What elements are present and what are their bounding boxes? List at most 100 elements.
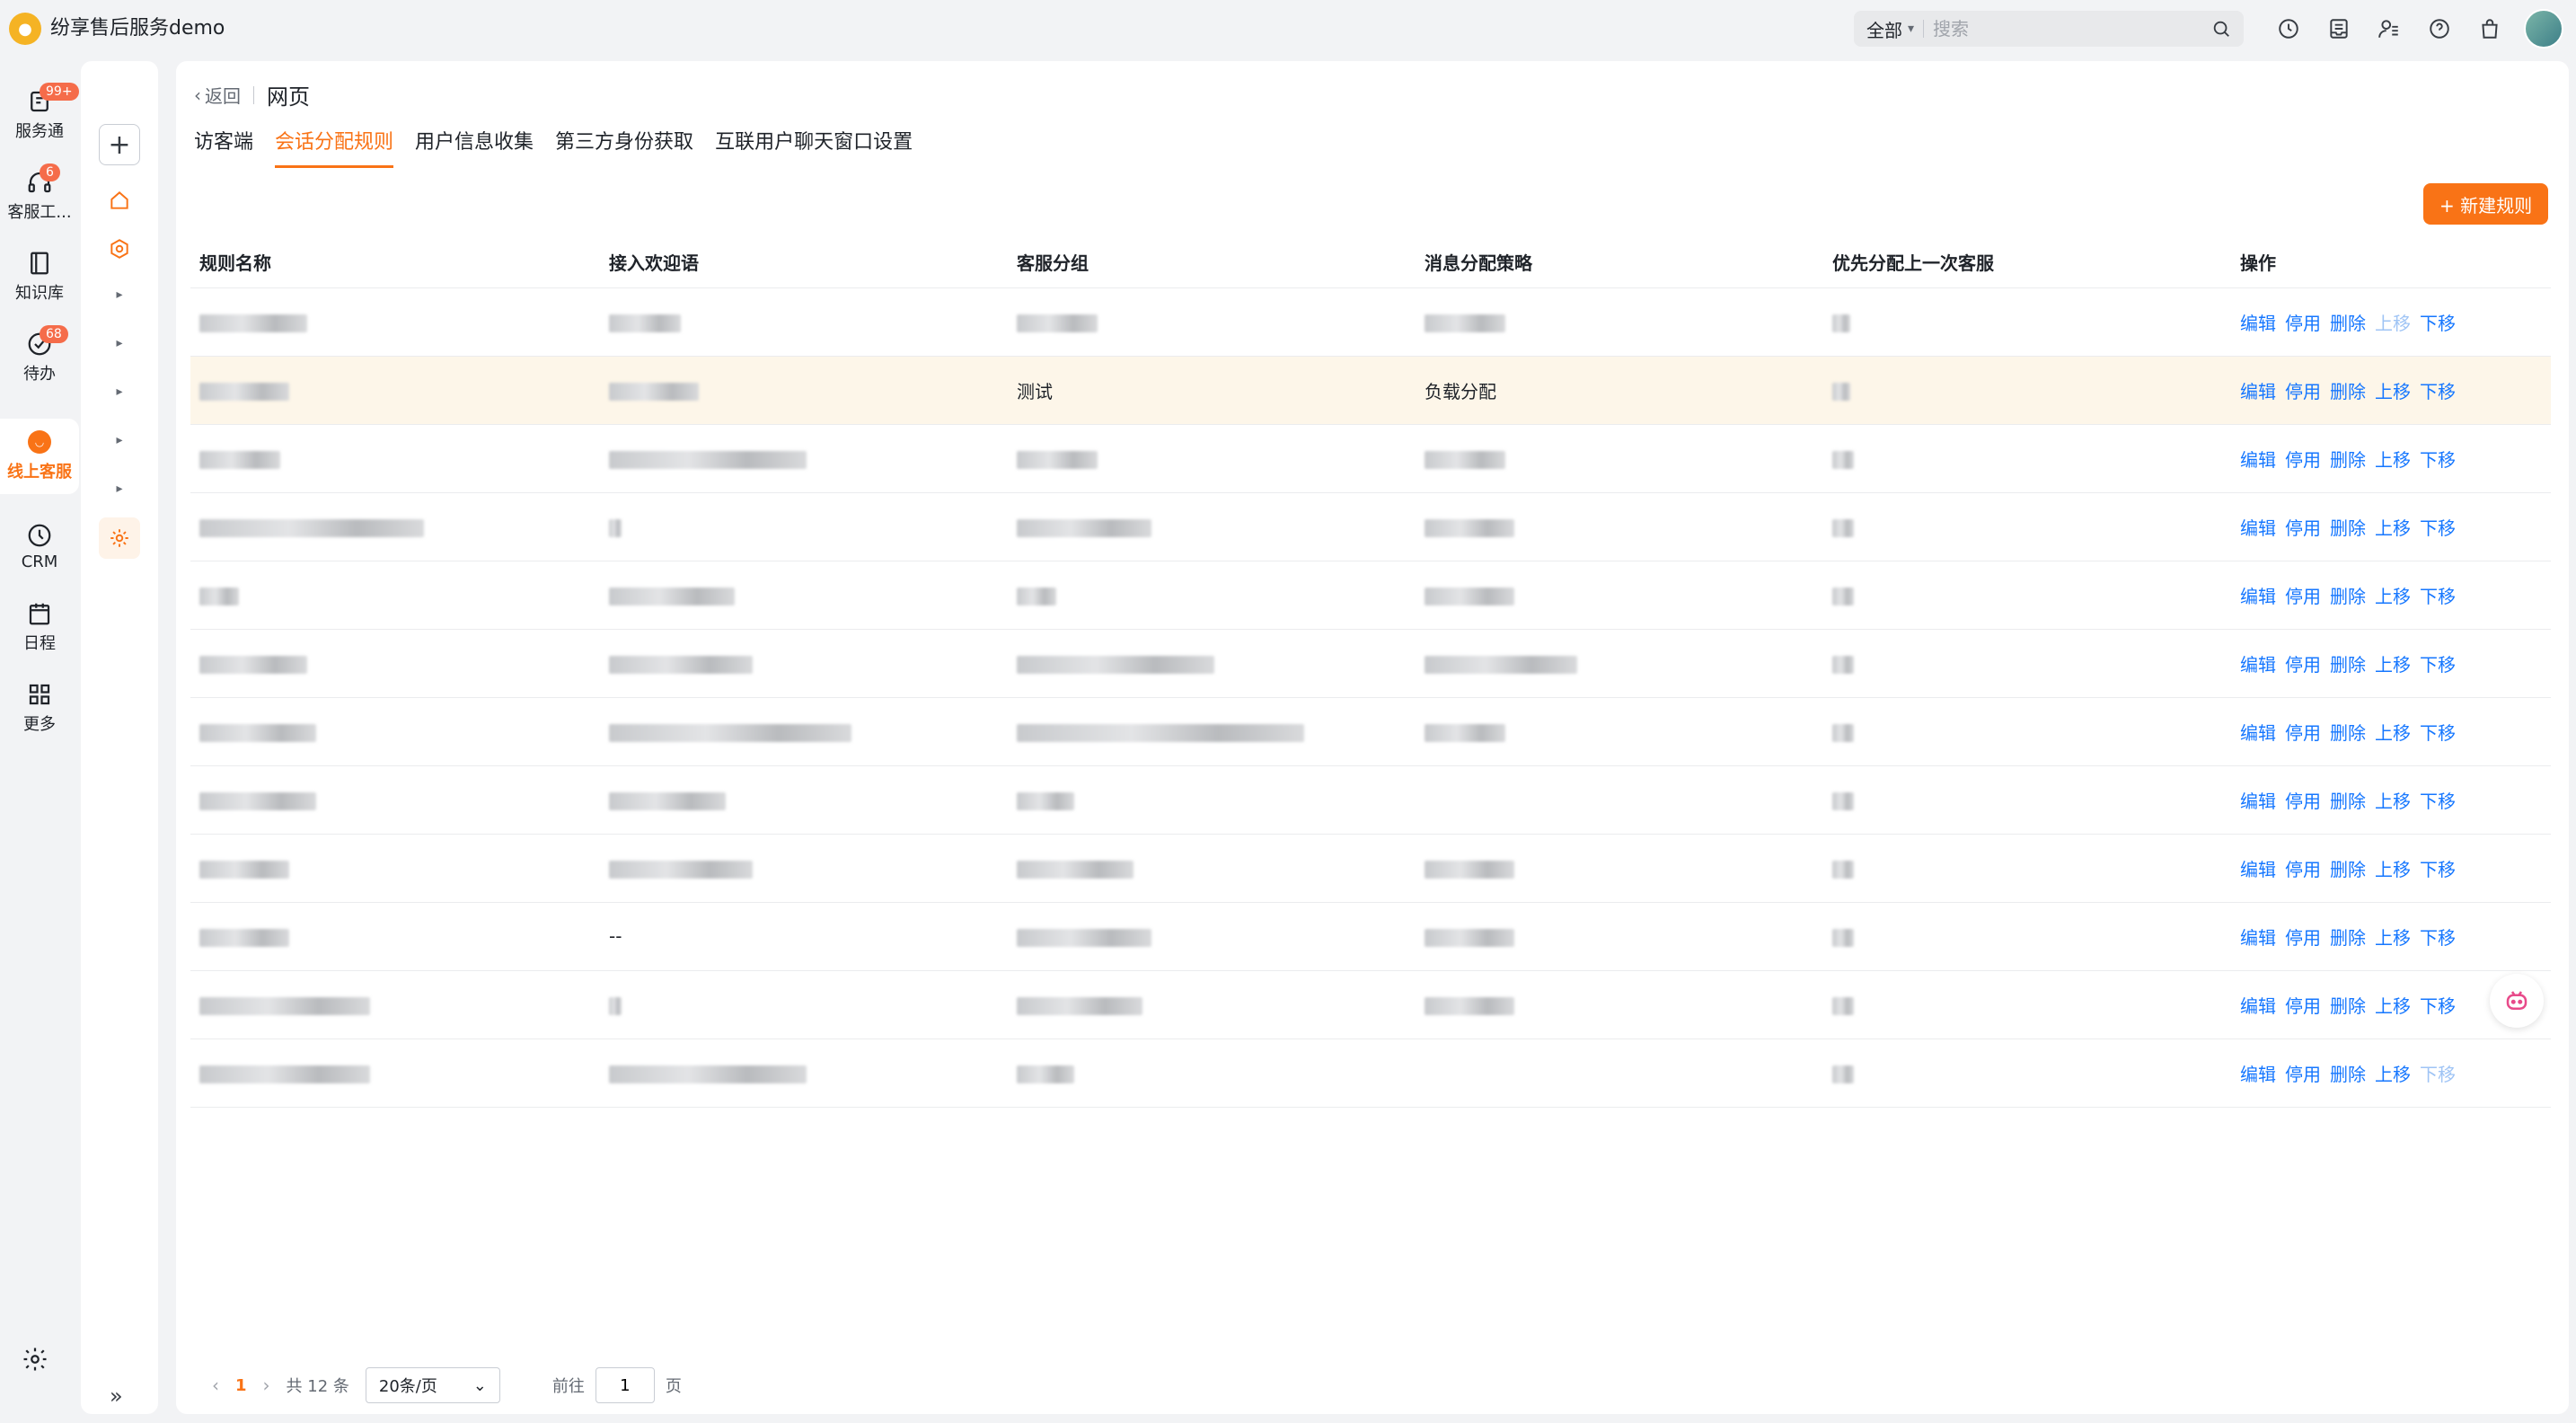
nav-item-todo[interactable]: 68 待办 [0,320,79,395]
disable-link[interactable]: 停用 [2285,719,2321,745]
delete-link[interactable]: 删除 [2330,992,2366,1018]
disable-link[interactable]: 停用 [2285,650,2321,676]
settings-gear-icon[interactable] [22,1346,54,1378]
tab-session-rules[interactable]: 会话分配规则 [275,126,394,168]
edit-link[interactable]: 编辑 [2240,377,2276,403]
delete-link[interactable]: 删除 [2330,446,2366,472]
move-up-link[interactable]: 上移 [2375,514,2411,540]
help-icon[interactable] [2423,13,2456,45]
delete-link[interactable]: 删除 [2330,719,2366,745]
move-down-link[interactable]: 下移 [2420,992,2456,1018]
edit-link[interactable]: 编辑 [2240,924,2276,950]
table-row[interactable]: 编辑 停用 删除 上移 下移 [190,970,2551,1039]
edit-link[interactable]: 编辑 [2240,582,2276,608]
disable-link[interactable]: 停用 [2285,1060,2321,1086]
nav-item-more[interactable]: 更多 [0,670,79,746]
move-up-link[interactable]: 上移 [2375,924,2411,950]
search-scope-dropdown[interactable]: 全部 ▾ [1866,16,1914,42]
new-rule-button[interactable]: + 新建规则 [2423,183,2549,225]
table-row[interactable]: 编辑 停用 删除 上移 下移 [190,1039,2551,1108]
nav-item-crm[interactable]: CRM [0,508,79,584]
table-row[interactable]: 编辑 停用 删除 上移 下移 [190,697,2551,766]
delete-link[interactable]: 删除 [2330,855,2366,881]
table-row[interactable]: 测试 负载分配 编辑 停用 删除 上移 下移 [190,356,2551,425]
disable-link[interactable]: 停用 [2285,924,2321,950]
move-down-link[interactable]: 下移 [2420,924,2456,950]
edit-link[interactable]: 编辑 [2240,514,2276,540]
move-up-link[interactable]: 上移 [2375,377,2411,403]
tab-third-party-identity[interactable]: 第三方身份获取 [555,126,693,168]
move-up-link[interactable]: 上移 [2375,582,2411,608]
delete-link[interactable]: 删除 [2330,787,2366,813]
disable-link[interactable]: 停用 [2285,309,2321,335]
table-row[interactable]: 编辑 停用 删除 上移 下移 [190,287,2551,357]
delete-link[interactable]: 删除 [2330,582,2366,608]
move-down-link[interactable]: 下移 [2420,446,2456,472]
delete-link[interactable]: 删除 [2330,309,2366,335]
edit-link[interactable]: 编辑 [2240,309,2276,335]
caret-right-icon[interactable]: ▸ [113,287,126,302]
move-down-link[interactable]: 下移 [2420,650,2456,676]
table-row[interactable]: 编辑 停用 删除 上移 下移 [190,424,2551,493]
table-row[interactable]: 编辑 停用 删除 上移 下移 [190,492,2551,561]
move-down-link[interactable]: 下移 [2420,1060,2456,1086]
edit-link[interactable]: 编辑 [2240,446,2276,472]
move-up-link[interactable]: 上移 [2375,309,2411,335]
edit-link[interactable]: 编辑 [2240,650,2276,676]
move-down-link[interactable]: 下移 [2420,309,2456,335]
disable-link[interactable]: 停用 [2285,446,2321,472]
edit-link[interactable]: 编辑 [2240,787,2276,813]
move-down-link[interactable]: 下移 [2420,514,2456,540]
search-input[interactable] [1933,18,2211,40]
inbox-icon[interactable] [2323,13,2355,45]
caret-right-icon[interactable]: ▸ [113,482,126,496]
edit-link[interactable]: 编辑 [2240,1060,2276,1086]
move-up-link[interactable]: 上移 [2375,787,2411,813]
goto-page-input[interactable] [595,1367,655,1403]
add-button[interactable]: + [99,124,140,165]
delete-link[interactable]: 删除 [2330,377,2366,403]
delete-link[interactable]: 删除 [2330,650,2366,676]
table-row[interactable]: 编辑 停用 删除 上移 下移 [190,629,2551,698]
bag-icon[interactable] [2474,13,2506,45]
disable-link[interactable]: 停用 [2285,855,2321,881]
caret-right-icon[interactable]: ▸ [113,384,126,399]
hexagon-icon[interactable] [99,228,140,270]
disable-link[interactable]: 停用 [2285,377,2321,403]
move-down-link[interactable]: 下移 [2420,855,2456,881]
tab-user-info[interactable]: 用户信息收集 [415,126,534,168]
avatar[interactable] [2524,9,2563,49]
disable-link[interactable]: 停用 [2285,514,2321,540]
back-button[interactable]: ‹ 返回 [194,82,241,108]
caret-right-icon[interactable]: ▸ [113,336,126,350]
delete-link[interactable]: 删除 [2330,1060,2366,1086]
delete-link[interactable]: 删除 [2330,514,2366,540]
prev-page-button[interactable]: ‹ [212,1374,219,1396]
disable-link[interactable]: 停用 [2285,787,2321,813]
expand-icon[interactable]: » [110,1383,123,1409]
table-row[interactable]: -- 编辑 停用 删除 上移 下移 [190,902,2551,971]
edit-link[interactable]: 编辑 [2240,992,2276,1018]
disable-link[interactable]: 停用 [2285,992,2321,1018]
table-row[interactable]: 编辑 停用 删除 上移 下移 [190,765,2551,835]
next-page-button[interactable]: › [263,1374,270,1396]
move-up-link[interactable]: 上移 [2375,719,2411,745]
settings-icon[interactable] [99,517,140,559]
clock-icon[interactable] [2272,13,2305,45]
home-icon[interactable] [99,180,140,221]
page-size-select[interactable]: 20条/页 ⌄ [365,1367,500,1403]
table-row[interactable]: 编辑 停用 删除 上移 下移 [190,561,2551,630]
search-icon[interactable] [2211,19,2231,39]
move-down-link[interactable]: 下移 [2420,582,2456,608]
edit-link[interactable]: 编辑 [2240,855,2276,881]
page-number[interactable]: 1 [235,1376,247,1395]
move-up-link[interactable]: 上移 [2375,855,2411,881]
table-row[interactable]: 编辑 停用 删除 上移 下移 [190,834,2551,903]
disable-link[interactable]: 停用 [2285,582,2321,608]
caret-right-icon[interactable]: ▸ [113,433,126,447]
edit-link[interactable]: 编辑 [2240,719,2276,745]
nav-item-knowledge-base[interactable]: 知识库 [0,239,79,314]
nav-item-support-desk[interactable]: 6 客服工... [0,158,79,234]
move-up-link[interactable]: 上移 [2375,650,2411,676]
move-down-link[interactable]: 下移 [2420,787,2456,813]
